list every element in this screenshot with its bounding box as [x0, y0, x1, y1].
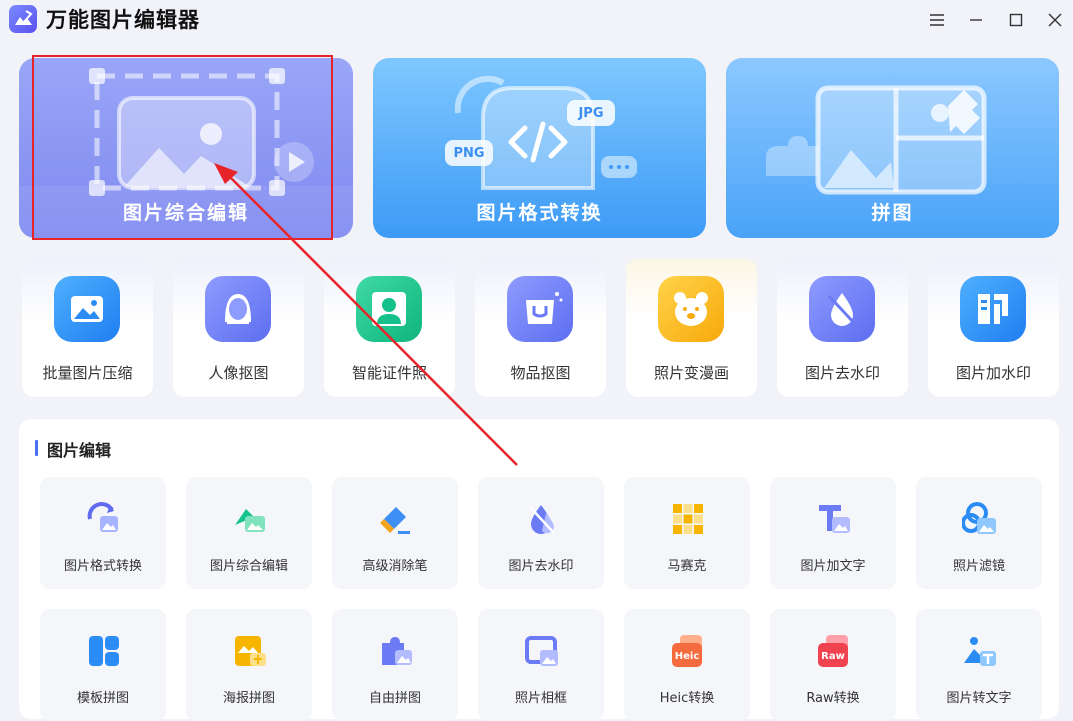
- maximize-button[interactable]: [1004, 8, 1028, 32]
- hero-card-label: 拼图: [871, 202, 914, 224]
- tool-portrait-cutout[interactable]: 人像抠图: [173, 259, 304, 397]
- app-logo-icon: [9, 5, 37, 33]
- image-compress-icon: [54, 276, 120, 342]
- filter-icon: [962, 501, 998, 537]
- feature-label: Heic转换: [659, 691, 715, 706]
- minimize-icon: [970, 19, 982, 21]
- feature-label: 自由拼图: [368, 691, 421, 706]
- tool-remove-watermark[interactable]: 图片去水印: [777, 259, 908, 397]
- tool-label: 批量图片压缩: [42, 364, 133, 382]
- template-collage-icon: [86, 633, 122, 669]
- feature-label: 图片综合编辑: [209, 559, 288, 574]
- feature-label: 高级消除笔: [362, 559, 428, 574]
- feature-filter[interactable]: 照片滤镜: [916, 477, 1042, 589]
- tool-add-watermark[interactable]: 图片加水印: [928, 259, 1059, 397]
- tool-label: 物品抠图: [510, 364, 571, 382]
- comprehensive-edit-icon: [232, 501, 268, 537]
- menu-icon: [930, 14, 944, 26]
- feature-comprehensive-edit[interactable]: 图片综合编辑: [186, 477, 312, 589]
- tool-id-photo[interactable]: 智能证件照: [324, 259, 455, 397]
- feature-label: 图片去水印: [508, 559, 574, 574]
- hero-card-label: 图片格式转换: [476, 202, 603, 224]
- close-icon: [1048, 13, 1062, 27]
- tool-label: 照片变漫画: [653, 364, 729, 382]
- feature-free-collage[interactable]: 自由拼图: [332, 609, 458, 721]
- eraser-pen-icon: [378, 501, 414, 537]
- remove-watermark-icon: [524, 501, 560, 537]
- tool-object-cutout[interactable]: 物品抠图: [475, 259, 606, 397]
- feature-label: 图片加文字: [800, 559, 866, 574]
- image-to-text-icon: [962, 633, 998, 669]
- remove-watermark-icon: [809, 276, 875, 342]
- tool-batch-compress[interactable]: 批量图片压缩: [22, 259, 153, 397]
- maximize-icon: [1009, 13, 1023, 27]
- feature-format-convert[interactable]: 图片格式转换: [40, 477, 166, 589]
- feature-label: 模板拼图: [76, 691, 129, 706]
- feature-eraser-pen[interactable]: 高级消除笔: [332, 477, 458, 589]
- raw-icon: Raw: [816, 633, 852, 669]
- hero-card-label: 图片综合编辑: [122, 202, 249, 224]
- tool-label: 智能证件照: [351, 364, 427, 382]
- cartoon-bear-icon: [658, 276, 724, 342]
- add-watermark-icon: [960, 276, 1026, 342]
- feature-heic-convert[interactable]: Heic Heic转换: [624, 609, 750, 721]
- feature-photo-frame[interactable]: 照片相框: [478, 609, 604, 721]
- feature-remove-watermark[interactable]: 图片去水印: [478, 477, 604, 589]
- minimize-button[interactable]: [964, 8, 988, 32]
- feature-poster-collage[interactable]: 海报拼图: [186, 609, 312, 721]
- heic-badge: Heic: [674, 651, 700, 662]
- feature-image-to-text[interactable]: 图片转文字: [916, 609, 1042, 721]
- hero-card-collage[interactable]: 拼图: [726, 58, 1059, 238]
- format-convert-icon: [86, 501, 122, 537]
- feature-label: 图片转文字: [946, 691, 1012, 706]
- heic-icon: Heic: [670, 633, 706, 669]
- hero-card-comprehensive-edit[interactable]: 图片综合编辑: [19, 58, 353, 238]
- portrait-cutout-icon: [205, 276, 271, 342]
- feature-mosaic[interactable]: 马赛克: [624, 477, 750, 589]
- feature-label: 海报拼图: [222, 691, 275, 706]
- section-title: 图片编辑: [47, 441, 112, 460]
- add-text-icon: [816, 501, 852, 537]
- feature-add-text[interactable]: 图片加文字: [770, 477, 896, 589]
- id-photo-icon: [356, 276, 422, 342]
- tool-label: 图片去水印: [804, 364, 880, 382]
- jpg-badge: JPG: [578, 106, 604, 121]
- tool-label: 图片加水印: [955, 364, 1031, 382]
- feature-label: 照片相框: [514, 691, 567, 706]
- app-title: 万能图片编辑器: [46, 8, 200, 32]
- object-cutout-icon: [507, 276, 573, 342]
- tool-cartoon[interactable]: 照片变漫画: [626, 259, 757, 397]
- png-badge: PNG: [453, 146, 485, 161]
- tool-label: 人像抠图: [208, 364, 269, 382]
- feature-template-collage[interactable]: 模板拼图: [40, 609, 166, 721]
- poster-collage-icon: [232, 633, 268, 669]
- feature-label: 图片格式转换: [63, 559, 142, 574]
- raw-badge: Raw: [821, 651, 845, 662]
- section-marker: [35, 440, 38, 456]
- photo-frame-icon: [524, 633, 560, 669]
- menu-button[interactable]: [925, 8, 949, 32]
- feature-label: 马赛克: [667, 559, 707, 574]
- mosaic-icon: [670, 501, 706, 537]
- feature-raw-convert[interactable]: Raw Raw转换: [770, 609, 896, 721]
- title-bar: 万能图片编辑器: [0, 0, 1073, 40]
- hero-card-format-convert[interactable]: PNG JPG 图片格式转换: [373, 58, 706, 238]
- feature-label: Raw转换: [806, 691, 860, 706]
- free-collage-icon: [378, 633, 414, 669]
- close-button[interactable]: [1043, 8, 1067, 32]
- feature-label: 照片滤镜: [952, 559, 1005, 574]
